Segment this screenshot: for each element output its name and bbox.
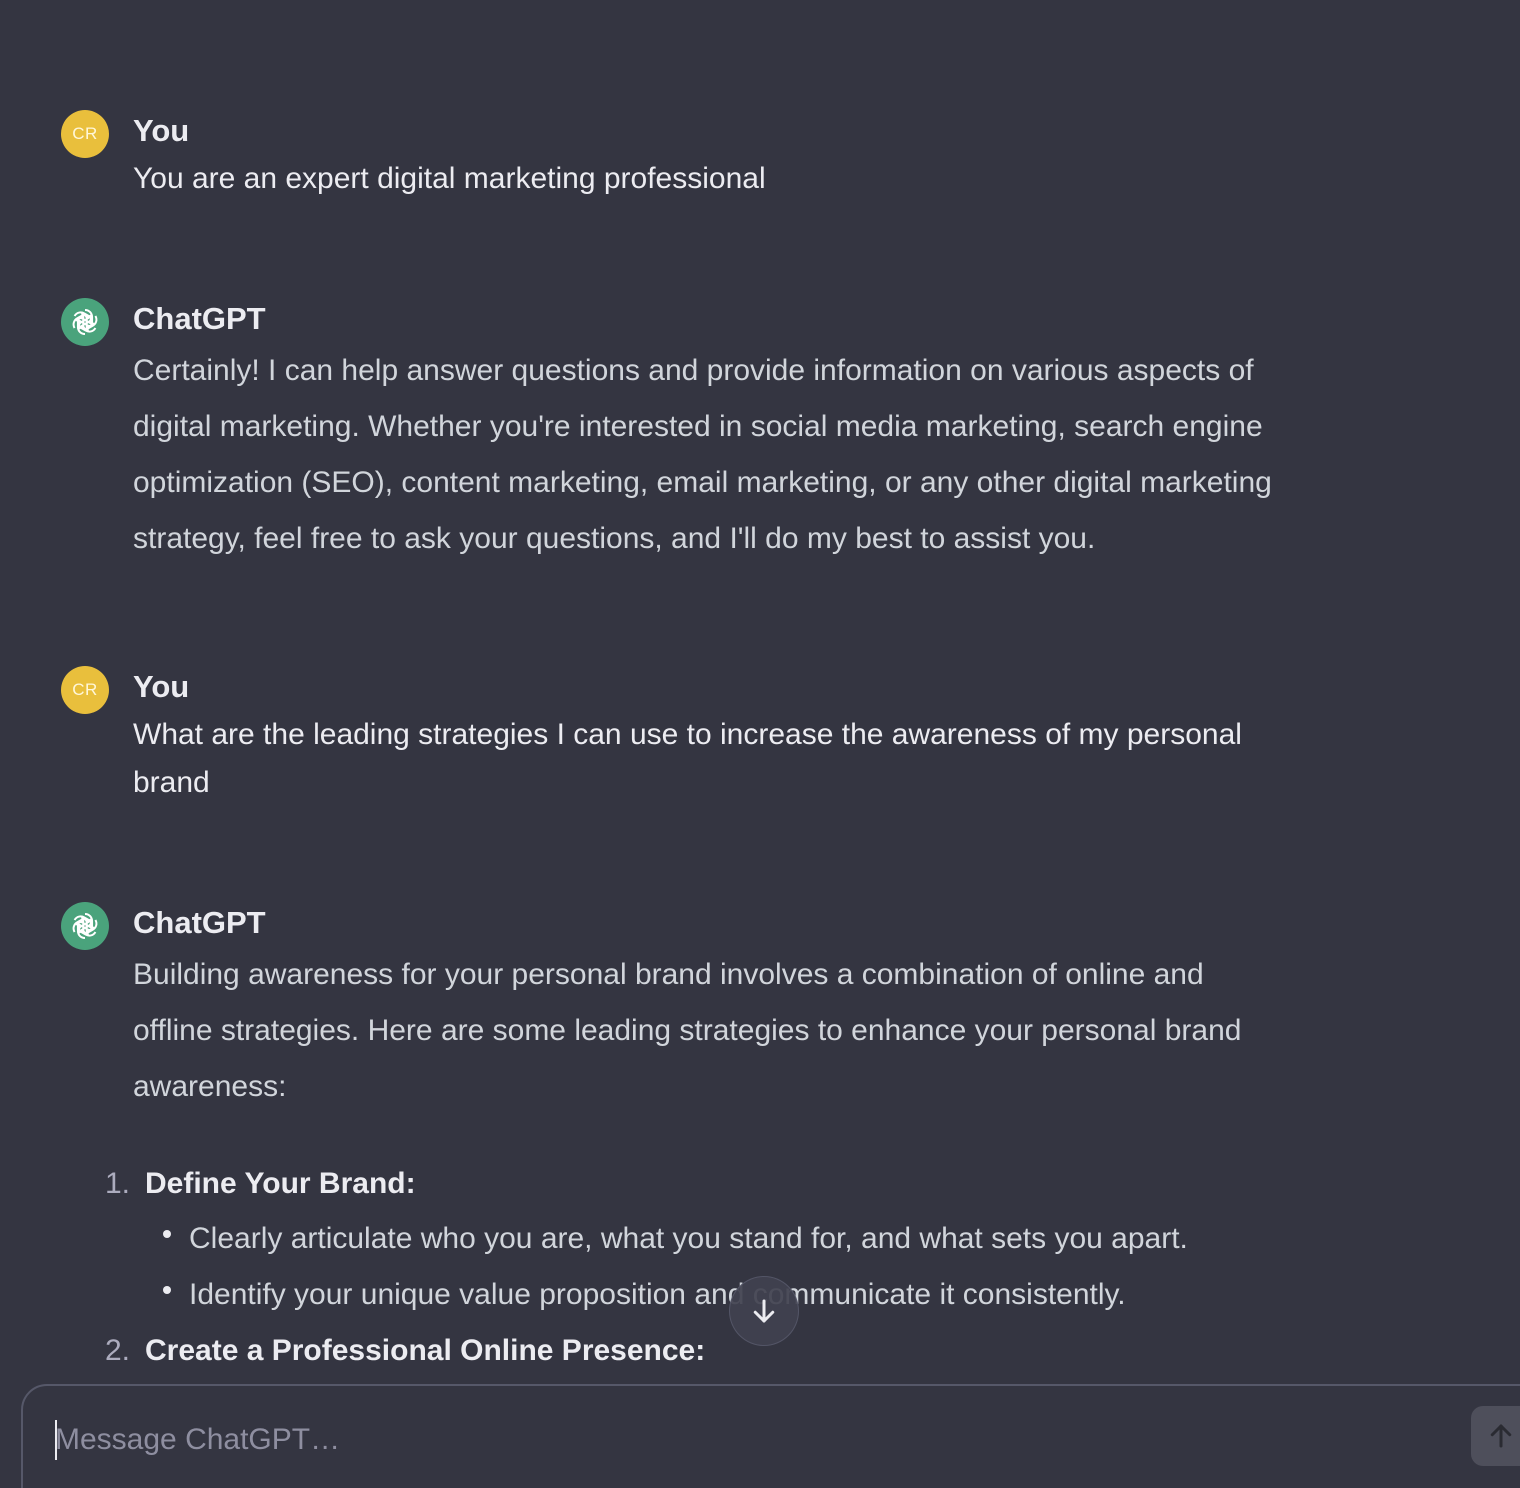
- assistant-avatar: [61, 298, 109, 346]
- message-line: Certainly! I can help answer questions a…: [133, 354, 1254, 387]
- send-button[interactable]: [1471, 1406, 1520, 1466]
- list-bullet-text: Clearly articulate who you are, what you…: [189, 1222, 1188, 1255]
- assistant-avatar: [61, 902, 109, 950]
- message-line: brand: [133, 766, 210, 799]
- message-author: You: [133, 669, 190, 704]
- message-line: What are the leading strategies I can us…: [133, 718, 1242, 751]
- bullet-dot: [163, 1286, 171, 1294]
- chat-page: CR You You are an expert digital marketi…: [0, 0, 1520, 1488]
- message-line: strategy, feel free to ask your question…: [133, 522, 1096, 555]
- list-item-number: 2.: [104, 1334, 130, 1367]
- scroll-to-bottom-button[interactable]: [729, 1276, 799, 1346]
- user-avatar: CR: [61, 110, 109, 158]
- message-author: ChatGPT: [133, 301, 266, 336]
- text-caret: [55, 1420, 57, 1460]
- user-avatar: CR: [61, 666, 109, 714]
- message-author: You: [133, 113, 190, 148]
- message-line: Building awareness for your personal bra…: [133, 958, 1204, 991]
- message-composer: [21, 1384, 1520, 1488]
- arrow-up-icon: [1490, 1424, 1512, 1448]
- list-item-number: 1.: [104, 1167, 130, 1200]
- message-line: digital marketing. Whether you're intere…: [133, 410, 1263, 443]
- openai-logo-icon: [72, 912, 98, 940]
- list-item-title: Define Your Brand:: [145, 1167, 416, 1200]
- openai-logo-icon: [72, 308, 98, 336]
- list-bullet-text: Identify your unique value proposition a…: [189, 1278, 1126, 1311]
- avatar-initials: CR: [72, 680, 98, 699]
- message-text: Certainly! I can help answer questions a…: [133, 343, 1373, 567]
- message-text: Building awareness for your personal bra…: [133, 947, 1373, 1115]
- arrow-down-icon: [753, 1299, 775, 1323]
- message-input[interactable]: [55, 1416, 1435, 1464]
- message-line: optimization (SEO), content marketing, e…: [133, 466, 1272, 499]
- message-line: offline strategies. Here are some leadin…: [133, 1014, 1242, 1047]
- message-text: What are the leading strategies I can us…: [133, 711, 1373, 807]
- bullet-dot: [163, 1230, 171, 1238]
- message-text: You are an expert digital marketing prof…: [133, 162, 766, 195]
- message-author: ChatGPT: [133, 905, 266, 940]
- message-line: awareness:: [133, 1070, 287, 1103]
- avatar-initials: CR: [72, 124, 98, 143]
- list-item-title: Create a Professional Online Presence:: [145, 1334, 706, 1367]
